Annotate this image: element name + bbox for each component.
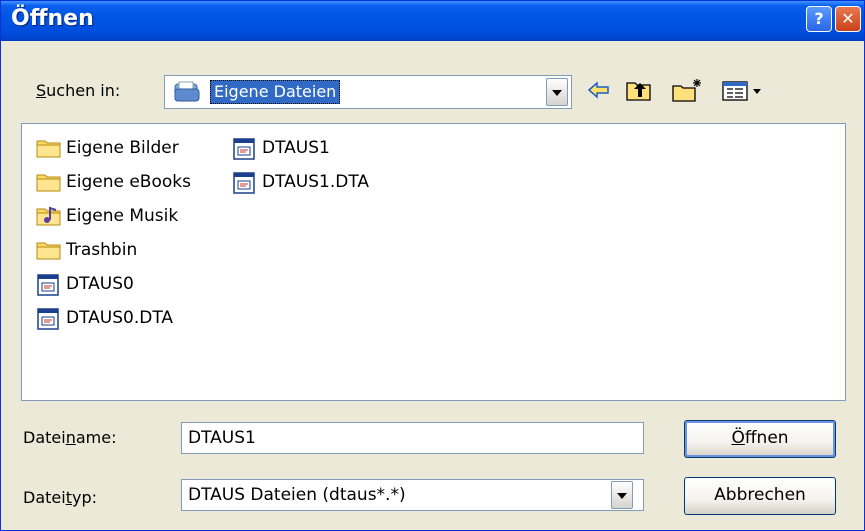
filetype-label: Dateityp: bbox=[23, 488, 97, 507]
filename-label: Dateiname: bbox=[23, 428, 117, 447]
file-name: Eigene eBooks bbox=[66, 172, 191, 192]
open-button[interactable]: Öffnen bbox=[684, 420, 836, 458]
lookin-combobox[interactable]: Eigene Dateien bbox=[164, 75, 572, 109]
title-bar[interactable]: Öffnen ? ✕ bbox=[1, 1, 864, 41]
file-name: Eigene Musik bbox=[66, 206, 179, 226]
cancel-button[interactable]: Abbrechen bbox=[684, 477, 836, 515]
file-name: DTAUS1 bbox=[262, 138, 330, 158]
lookin-label: Suchen in: bbox=[36, 81, 121, 100]
view-menu-icon[interactable] bbox=[721, 77, 765, 103]
up-folder-icon[interactable] bbox=[625, 77, 653, 103]
file-name: DTAUS0.DTA bbox=[66, 308, 174, 328]
my-documents-icon bbox=[174, 81, 200, 102]
filename-field[interactable] bbox=[181, 422, 644, 454]
new-folder-icon[interactable] bbox=[671, 77, 705, 103]
back-arrow-icon[interactable] bbox=[586, 77, 612, 103]
filetype-dropdown-button[interactable] bbox=[611, 481, 633, 509]
close-button[interactable]: ✕ bbox=[835, 6, 861, 32]
filetype-value: DTAUS Dateien (dtaus*.*) bbox=[188, 485, 406, 505]
filename-input[interactable] bbox=[188, 428, 628, 448]
open-dialog: Öffnen ? ✕ Suchen in: Eigene Dateien Eig… bbox=[0, 0, 865, 531]
file-list[interactable]: Eigene Bilder Eigene eBooks Eigene Musik Tr… bbox=[21, 123, 846, 401]
file-name: Trashbin bbox=[66, 240, 138, 260]
lookin-value: Eigene Dateien bbox=[210, 80, 341, 104]
file-name: Eigene Bilder bbox=[66, 138, 179, 158]
window-title: Öffnen bbox=[11, 6, 94, 31]
file-name: DTAUS1.DTA bbox=[262, 172, 370, 192]
file-name: DTAUS0 bbox=[66, 274, 134, 294]
filetype-select[interactable]: DTAUS Dateien (dtaus*.*) bbox=[181, 479, 644, 511]
lookin-dropdown-button[interactable] bbox=[546, 78, 568, 106]
help-button[interactable]: ? bbox=[806, 6, 832, 32]
